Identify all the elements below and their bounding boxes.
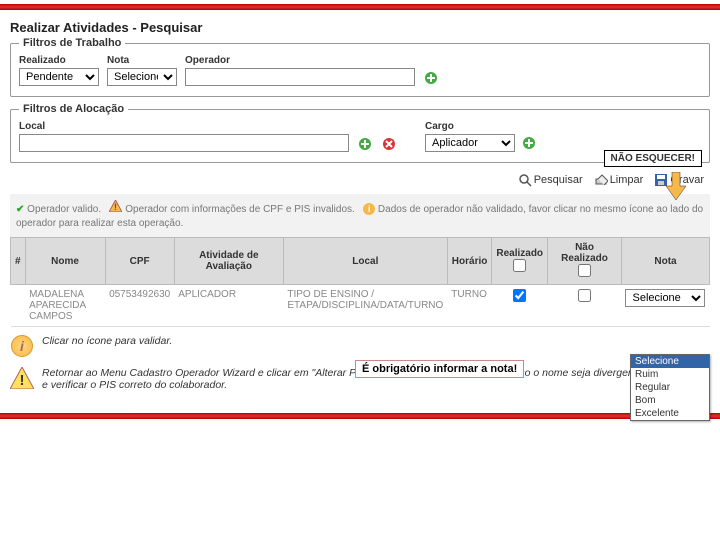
nota-select[interactable]: Selecione — [107, 68, 177, 86]
obrigatorio-callout: É obrigatório informar a nota! — [355, 360, 524, 378]
svg-text:!: ! — [20, 372, 25, 389]
local-input[interactable] — [19, 134, 349, 152]
cargo-select[interactable]: Aplicador — [425, 134, 515, 152]
operador-label: Operador — [185, 55, 415, 66]
realizado-select[interactable]: Pendente — [19, 68, 99, 86]
action-bar: Pesquisar Limpar Gravar — [10, 169, 710, 194]
table-row: MADALENA APARECIDA CAMPOS 05753492630 AP… — [11, 285, 710, 327]
info-large-icon: i — [11, 335, 33, 357]
search-icon — [518, 173, 532, 187]
limpar-link[interactable]: Limpar — [594, 173, 644, 187]
nota-option[interactable]: Bom — [631, 394, 709, 407]
cell-nome: MADALENA APARECIDA CAMPOS — [25, 285, 105, 327]
nota-option[interactable]: Regular — [631, 381, 709, 394]
col-num: # — [11, 238, 26, 285]
cancel-local-icon[interactable] — [381, 136, 397, 152]
realizado-checkbox[interactable] — [513, 289, 526, 302]
filters-trabalho-legend: Filtros de Trabalho — [19, 37, 125, 49]
local-label: Local — [19, 121, 349, 132]
pesquisar-link[interactable]: Pesquisar — [518, 173, 583, 187]
realizado-header-checkbox[interactable] — [513, 259, 526, 272]
nota-dropdown-open[interactable]: Selecione Ruim Regular Bom Excelente — [630, 354, 710, 421]
nota-option[interactable]: Excelente — [631, 407, 709, 420]
cell-atividade: APLICADOR — [174, 285, 283, 327]
nao-realizado-checkbox[interactable] — [578, 289, 591, 302]
eraser-icon — [594, 173, 608, 187]
warning-large-icon: ! — [10, 367, 34, 389]
add-cargo-icon[interactable] — [521, 135, 537, 151]
realizado-label: Realizado — [19, 55, 99, 66]
cell-cpf: 05753492630 — [105, 285, 174, 327]
info-icon: i — [363, 203, 375, 215]
col-cpf: CPF — [105, 238, 174, 285]
nota-label: Nota — [107, 55, 177, 66]
filters-alocacao-legend: Filtros de Alocação — [19, 103, 128, 115]
cargo-label: Cargo — [425, 121, 537, 132]
cell-horario: TURNO — [447, 285, 492, 327]
status-messages: ✔ Operador valido. ! Operador com inform… — [10, 194, 710, 237]
operador-input[interactable] — [185, 68, 415, 86]
nao-realizado-header-checkbox[interactable] — [578, 264, 591, 277]
row-nota-select[interactable]: Selecione — [625, 289, 705, 307]
bottom-stripe — [0, 413, 720, 419]
col-horario: Horário — [447, 238, 492, 285]
col-nome: Nome — [25, 238, 105, 285]
add-local-icon[interactable] — [357, 136, 373, 152]
col-nota: Nota — [621, 238, 709, 285]
check-icon: ✔ — [16, 204, 24, 215]
add-operador-icon[interactable] — [423, 70, 439, 86]
top-stripe — [0, 4, 720, 10]
svg-text:!: ! — [114, 202, 117, 212]
cell-local: TIPO DE ENSINO / ETAPA/DISCIPLINA/DATA/T… — [283, 285, 447, 327]
msg-cpf-pis: Operador com informações de CPF e PIS in… — [125, 204, 355, 215]
col-realizado: Realizado — [492, 238, 548, 285]
msg-valid: Operador valido. — [27, 204, 101, 215]
filters-trabalho: Filtros de Trabalho Realizado Pendente N… — [10, 37, 710, 97]
col-local: Local — [283, 238, 447, 285]
col-atividade: Atividade de Avaliação — [174, 238, 283, 285]
page-title: Realizar Atividades - Pesquisar — [10, 14, 710, 37]
warning-icon: ! — [109, 200, 122, 217]
col-nao-realizado: Não Realizado — [548, 238, 622, 285]
results-table: # Nome CPF Atividade de Avaliação Local … — [10, 237, 710, 327]
nota-option[interactable]: Selecione — [631, 355, 709, 368]
nota-option[interactable]: Ruim — [631, 368, 709, 381]
nao-esquecer-callout: NÃO ESQUECER! — [604, 150, 702, 167]
table-header-row: # Nome CPF Atividade de Avaliação Local … — [11, 238, 710, 285]
tip-validate-text: Clicar no ícone para validar. — [42, 335, 172, 347]
tip-validate: i Clicar no ícone para validar. — [10, 335, 710, 357]
